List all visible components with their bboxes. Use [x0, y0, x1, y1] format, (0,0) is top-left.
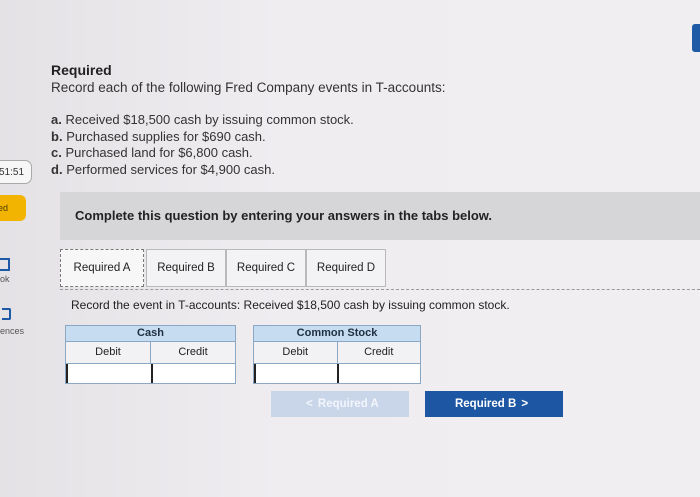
status-badge[interactable]: ed	[0, 195, 26, 221]
cash-credit-input[interactable]	[151, 364, 235, 383]
banner-text: Complete this question by entering your …	[75, 208, 493, 223]
credit-label: Credit	[178, 346, 208, 358]
chevron-right-icon: >	[521, 398, 529, 410]
required-title: Required	[51, 62, 112, 78]
t-account-columns: Debit Credit	[253, 342, 421, 363]
references-label[interactable]: ences	[0, 326, 24, 336]
t-account-entry-row	[65, 363, 236, 384]
t-account-entry-row	[253, 363, 421, 384]
t-account-title: Common Stock	[253, 325, 421, 342]
event-item: b. Purchased supplies for $690 cash.	[51, 128, 266, 144]
prev-required-button[interactable]: < Required A	[271, 391, 409, 417]
common-stock-credit-input[interactable]	[338, 364, 420, 383]
chevron-left-icon: <	[306, 398, 313, 410]
tab-bar: Required A Required B Required C Require…	[60, 247, 700, 289]
event-item: d. Performed services for $4,900 cash.	[51, 161, 276, 177]
timer-badge: 51:51	[0, 160, 32, 184]
event-list: a. Received $18,500 cash by issuing comm…	[51, 112, 354, 178]
ebook-icon[interactable]	[0, 258, 10, 271]
t-account-title: Cash	[65, 325, 236, 342]
debit-label: Debit	[66, 342, 151, 363]
prev-button-label: Required A	[317, 398, 379, 410]
tab-required-c[interactable]: Required C	[226, 249, 306, 287]
debit-label: Debit	[254, 342, 338, 363]
tab-divider	[60, 289, 700, 290]
event-item: a. Received $18,500 cash by issuing comm…	[51, 112, 354, 127]
next-required-button[interactable]: Required B >	[425, 391, 563, 417]
scroll-indicator	[692, 24, 700, 52]
event-item: c. Purchased land for $6,800 cash.	[51, 145, 253, 160]
instruction-text: Record each of the following Fred Compan…	[51, 80, 446, 95]
cash-debit-input[interactable]	[66, 364, 152, 383]
common-stock-debit-input[interactable]	[254, 364, 338, 383]
tab-required-d[interactable]: Required D	[306, 249, 386, 287]
ebook-label[interactable]: ok	[0, 274, 10, 284]
next-button-label: Required B	[454, 398, 517, 410]
credit-label: Credit	[364, 346, 394, 358]
page: 51:51 ed ok ences Required Record each o…	[0, 0, 700, 497]
tab-required-b[interactable]: Required B	[146, 249, 226, 287]
t-account-cash: Cash Debit Credit	[65, 325, 236, 384]
t-account-common-stock: Common Stock Debit Credit	[253, 325, 421, 384]
tab-required-a[interactable]: Required A	[60, 249, 144, 287]
t-account-columns: Debit Credit	[65, 342, 236, 363]
references-icon[interactable]	[2, 308, 11, 320]
tab-prompt: Record the event in T-accounts: Received…	[71, 298, 510, 312]
instructions-banner: Complete this question by entering your …	[60, 192, 700, 240]
